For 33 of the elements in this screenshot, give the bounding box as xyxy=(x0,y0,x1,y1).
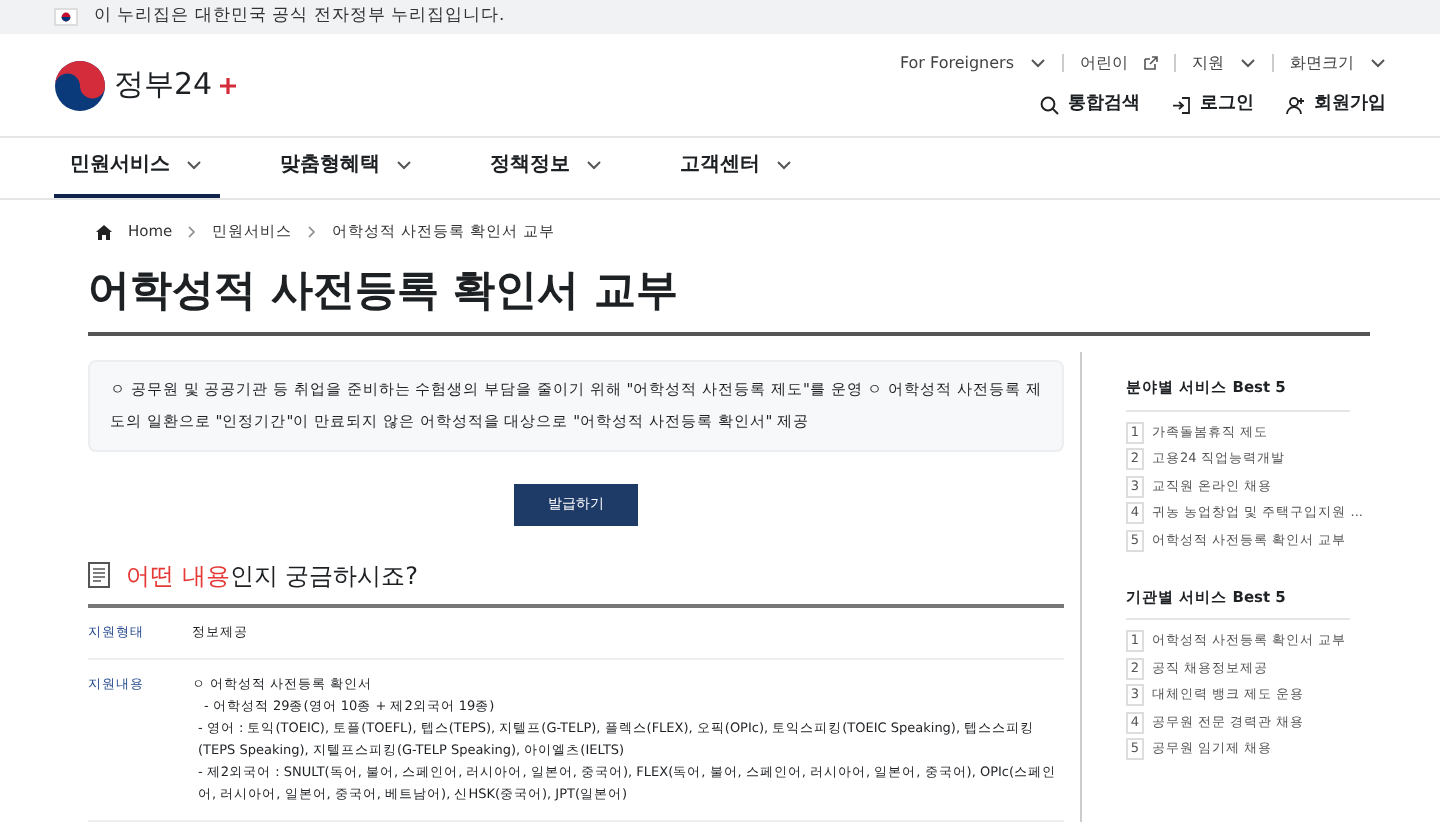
caret-icon xyxy=(776,158,794,172)
chevron-icon xyxy=(308,225,317,238)
login-icon[interactable] xyxy=(1172,95,1192,115)
util-link[interactable]: 어린이 xyxy=(1080,51,1128,76)
banner-text: 이 누리집은 대한민국 공식 전자정부 누리집입니다. xyxy=(94,4,505,30)
header-link[interactable]: 통합검색 xyxy=(1068,91,1140,119)
caret-icon xyxy=(1240,56,1256,71)
caret-icon xyxy=(1370,56,1386,71)
caret-icon xyxy=(1030,56,1046,71)
user-plus-icon[interactable] xyxy=(1286,95,1306,115)
emblem-icon[interactable] xyxy=(54,59,106,111)
home-icon xyxy=(96,223,112,240)
util-link[interactable]: 지원 xyxy=(1192,51,1224,76)
nav-tab[interactable]: 정책정보 xyxy=(474,136,620,198)
nav-tab[interactable]: 고객센터 xyxy=(664,136,810,198)
header-link[interactable]: 로그인 xyxy=(1200,91,1254,119)
document-icon xyxy=(88,562,110,589)
flag-icon xyxy=(54,8,78,26)
plus-icon xyxy=(220,77,237,93)
util-link[interactable]: 화면크기 xyxy=(1290,51,1354,76)
page-title: 어학성적 사전등록 확인서 교부 xyxy=(88,266,1370,337)
caret-icon xyxy=(186,158,204,172)
external-link-icon xyxy=(1144,56,1158,71)
search-icon[interactable] xyxy=(1040,95,1060,115)
caret-icon xyxy=(586,158,604,172)
nav-tab[interactable]: 민원서비스 xyxy=(54,136,220,198)
header-link[interactable]: 회원가입 xyxy=(1314,91,1386,119)
caret-icon xyxy=(396,158,414,172)
util-link[interactable]: For Foreigners xyxy=(899,51,1014,76)
logo-text[interactable]: 정부24 xyxy=(114,62,213,108)
section-heading: 어떤 내용인지 궁금하시죠? xyxy=(126,559,419,594)
chevron-icon xyxy=(188,225,197,238)
nav-tab[interactable]: 맞춤형혜택 xyxy=(264,136,430,198)
